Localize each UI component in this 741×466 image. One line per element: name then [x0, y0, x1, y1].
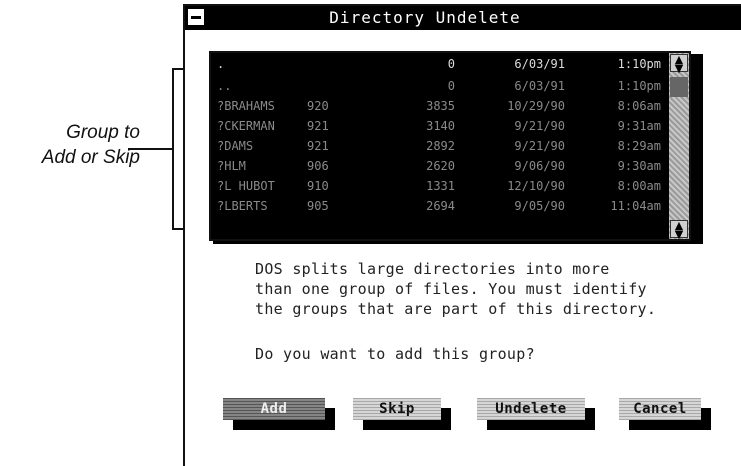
file-ext: 921	[307, 139, 329, 153]
title-bar: Directory Undelete	[185, 6, 741, 30]
file-ext: 905	[307, 199, 329, 213]
file-date: 12/10/90	[507, 179, 565, 193]
skip-button[interactable]: Skip	[353, 398, 441, 420]
file-time: 8:00am	[617, 179, 661, 193]
file-size: 0	[447, 79, 455, 93]
add-button[interactable]: Add	[223, 398, 325, 420]
file-time: 8:29am	[617, 139, 661, 153]
file-time: 1:10pm	[617, 79, 661, 93]
file-date: 9/21/90	[514, 119, 565, 133]
minus-icon	[191, 16, 201, 19]
callout-leader-line	[128, 148, 174, 150]
callout-label: Group to Add or Skip	[4, 120, 140, 170]
list-item[interactable]: . 0 6/03/91 1:10pm	[211, 55, 665, 73]
info-line-3: the groups that are part of this directo…	[255, 300, 657, 318]
list-item[interactable]: ?BRAHAMS 920 3835 10/29/90 8:06am	[211, 97, 665, 115]
file-size: 0	[447, 57, 455, 71]
arrow-up-icon[interactable]: ▲ ▼	[670, 54, 688, 74]
file-date: 9/21/90	[514, 139, 565, 153]
file-date: 6/03/91	[514, 57, 565, 71]
file-group-list[interactable]: . 0 6/03/91 1:10pm .. 0 6/03/91 1:10pm ?…	[209, 51, 691, 241]
file-date: 10/29/90	[507, 99, 565, 113]
window-title: Directory Undelete	[329, 8, 521, 27]
file-size: 2892	[426, 139, 455, 153]
file-name: ?DAMS	[217, 139, 254, 153]
file-date: 9/06/90	[514, 159, 565, 173]
add-group-question: Do you want to add this group?	[255, 345, 535, 363]
file-size: 3835	[426, 99, 455, 113]
undelete-button[interactable]: Undelete	[477, 398, 585, 420]
file-name: ?L HUBOT	[217, 179, 275, 193]
arrow-down-icon[interactable]: ▲ ▼	[670, 220, 688, 239]
file-name: ?CKERMAN	[217, 119, 275, 133]
directory-undelete-dialog: Directory Undelete . 0 6/03/91 1:10pm ..…	[183, 4, 741, 466]
list-item[interactable]: ?CKERMAN 921 3140 9/21/90 9:31am	[211, 117, 665, 135]
file-time: 8:06am	[617, 99, 661, 113]
file-name: ?BRAHAMS	[217, 99, 275, 113]
list-item[interactable]: ?LBERTS 905 2694 9/05/90 11:04am	[211, 197, 665, 215]
list-item[interactable]: ?HLM 906 2620 9/06/90 9:30am	[211, 157, 665, 175]
info-line-2: than one group of files. You must identi…	[255, 280, 647, 298]
file-ext: 906	[307, 159, 329, 173]
file-ext: 910	[307, 179, 329, 193]
list-item[interactable]: ?L HUBOT 910 1331 12/10/90 8:00am	[211, 177, 665, 195]
info-message: DOS splits large directories into more th…	[255, 259, 741, 319]
file-size: 2694	[426, 199, 455, 213]
file-time: 11:04am	[610, 199, 661, 213]
callout-line-1: Group to	[66, 122, 140, 143]
system-menu-button[interactable]	[188, 9, 204, 25]
file-time: 1:10pm	[617, 57, 661, 71]
file-size: 2620	[426, 159, 455, 173]
file-name: ?LBERTS	[217, 199, 268, 213]
callout-line-2: Add or Skip	[41, 147, 140, 168]
vertical-scrollbar[interactable]: ▲ ▼ ▲ ▼	[669, 53, 689, 239]
file-ext: 920	[307, 99, 329, 113]
file-size: 3140	[426, 119, 455, 133]
callout-bracket	[172, 68, 174, 230]
file-date: 6/03/91	[514, 79, 565, 93]
file-time: 9:30am	[617, 159, 661, 173]
scroll-thumb[interactable]	[670, 77, 688, 97]
file-name: ?HLM	[217, 159, 246, 173]
file-date: 9/05/90	[514, 199, 565, 213]
file-ext: 921	[307, 119, 329, 133]
info-line-1: DOS splits large directories into more	[255, 260, 610, 278]
file-name: ..	[217, 79, 232, 93]
list-item[interactable]: .. 0 6/03/91 1:10pm	[211, 77, 665, 95]
file-size: 1331	[426, 179, 455, 193]
cancel-button[interactable]: Cancel	[619, 398, 701, 420]
file-time: 9:31am	[617, 119, 661, 133]
list-item[interactable]: ?DAMS 921 2892 9/21/90 8:29am	[211, 137, 665, 155]
file-name: .	[217, 57, 225, 71]
